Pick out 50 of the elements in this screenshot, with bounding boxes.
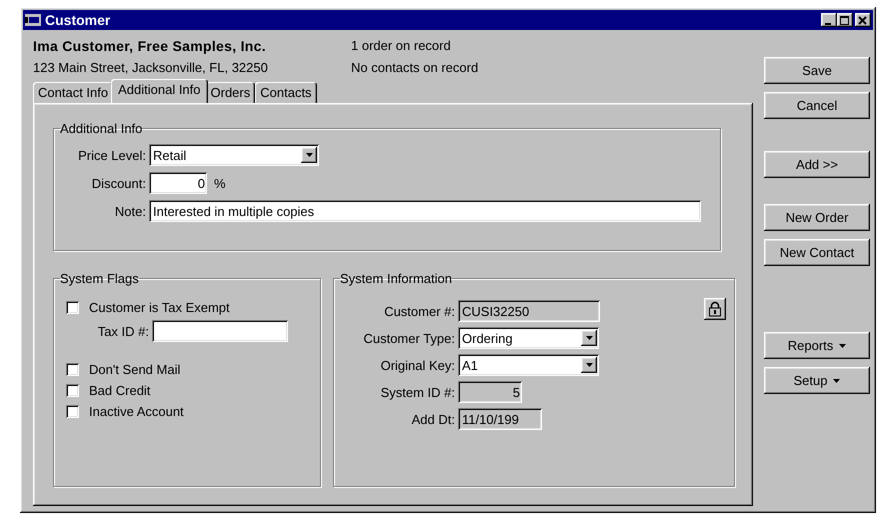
tab[interactable]: Additional Info bbox=[111, 79, 208, 103]
dropdown-arrow-icon bbox=[833, 378, 840, 382]
maximize-button[interactable] bbox=[837, 13, 853, 27]
dropdown[interactable]: Retail bbox=[149, 144, 319, 166]
window-title: Customer bbox=[45, 12, 112, 28]
field-label: Price Level: bbox=[77, 148, 146, 162]
unit-label: % bbox=[214, 176, 226, 190]
input-field[interactable]: Interested in multiple copies bbox=[149, 200, 701, 222]
input-field[interactable] bbox=[152, 320, 288, 342]
menu-button[interactable]: Setup bbox=[764, 367, 870, 394]
contact-count: No contacts on record bbox=[351, 60, 480, 76]
field-label: Original Key: bbox=[380, 358, 455, 372]
close-icon[interactable] bbox=[858, 16, 868, 24]
field-label: Customer Type: bbox=[362, 330, 455, 346]
lock-icon[interactable] bbox=[704, 298, 726, 320]
dropdown-arrow-icon bbox=[839, 344, 846, 348]
close-button[interactable] bbox=[855, 13, 871, 27]
order-count: 1 order on record bbox=[351, 38, 452, 54]
dropdown[interactable]: A1 bbox=[458, 354, 599, 376]
tab[interactable]: Contact Info bbox=[33, 82, 114, 103]
field-label: Note: bbox=[114, 204, 146, 218]
checkbox[interactable]: Bad Credit bbox=[66, 383, 312, 398]
minimize-button[interactable] bbox=[821, 13, 837, 27]
button[interactable]: Cancel bbox=[764, 92, 870, 119]
group-title: System Flags bbox=[60, 271, 139, 286]
button[interactable]: Add >> bbox=[764, 151, 870, 178]
group-title: System Information bbox=[340, 271, 452, 286]
menu-button[interactable]: Reports bbox=[764, 332, 870, 359]
field-label: System ID #: bbox=[380, 384, 455, 400]
button[interactable]: New Order bbox=[764, 204, 870, 231]
dropdown[interactable]: Ordering bbox=[458, 327, 599, 349]
customer-name: Ima Customer, Free Samples, Inc. bbox=[33, 38, 267, 54]
tab[interactable]: Orders bbox=[206, 82, 256, 103]
checkbox[interactable]: Don't Send Mail bbox=[66, 362, 312, 377]
group-title: Additional Info bbox=[60, 121, 142, 136]
button[interactable]: Save bbox=[764, 57, 870, 84]
checkbox[interactable]: Customer is Tax Exempt bbox=[66, 300, 312, 315]
button[interactable]: New Contact bbox=[764, 239, 870, 266]
field-label: Tax ID #: bbox=[96, 324, 149, 338]
field-label: Customer #: bbox=[383, 304, 455, 318]
input-field: 11/10/199 bbox=[458, 408, 542, 430]
customer-address: 123 Main Street, Jacksonville, FL, 32250 bbox=[33, 60, 269, 76]
field-label: Add Dt: bbox=[410, 412, 455, 426]
field-label: Discount: bbox=[90, 176, 146, 190]
tab[interactable]: Contacts bbox=[255, 82, 317, 103]
input-field[interactable]: 0 bbox=[149, 172, 207, 194]
checkbox[interactable]: Inactive Account bbox=[66, 404, 312, 419]
maximize-icon[interactable] bbox=[840, 16, 850, 24]
input-field: 5 bbox=[458, 381, 522, 403]
input-field: CUSI32250 bbox=[458, 300, 600, 322]
